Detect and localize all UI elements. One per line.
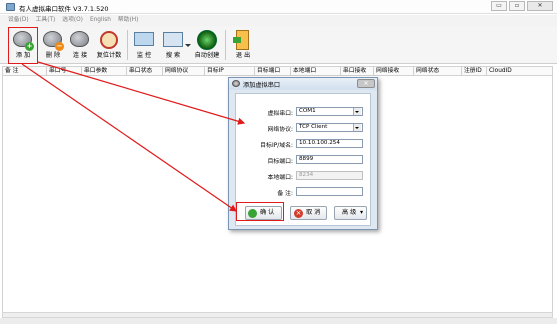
- ok-button-highlight: [236, 202, 284, 221]
- local-port-row: 本地端口: 8234: [236, 171, 370, 181]
- column-header[interactable]: 网络协议: [163, 67, 205, 76]
- column-header[interactable]: 网络接收: [374, 67, 414, 76]
- gear-icon: [232, 80, 240, 87]
- monitor-icon: [134, 32, 154, 46]
- chevron-down-icon: [355, 111, 359, 113]
- window-title: 有人虚拟串口软件 V3.7.1.520: [19, 5, 109, 13]
- menu-tools[interactable]: 工具(T): [36, 15, 56, 26]
- cancel-button[interactable]: × 取 消: [290, 206, 327, 220]
- close-button[interactable]: ✕: [527, 1, 553, 11]
- auto-create-button[interactable]: 自动创建: [193, 27, 221, 63]
- menu-device[interactable]: 设备(D): [8, 15, 29, 26]
- menu-bar: 设备(D) 工具(T) 选项(O) English 帮助(H): [0, 15, 557, 26]
- virtual-port-row: 虚拟串口: COM1: [236, 107, 370, 117]
- target-ip-row: 目标IP/域名: 10.10.100.254: [236, 139, 370, 149]
- window-controls: ▭ ▫ ✕: [491, 1, 553, 11]
- port-table-header: 备 注 串口号 串口参数 串口状态 网络协议 目标IP 目标端口 本地端口 串口…: [2, 66, 553, 76]
- target-port-label: 目标端口:: [267, 159, 293, 165]
- column-header[interactable]: 目标端口: [255, 67, 291, 76]
- column-header[interactable]: 注册ID: [462, 67, 487, 76]
- search-icon: [163, 32, 183, 47]
- search-label: 搜 索: [165, 52, 181, 59]
- exit-icon: [233, 30, 249, 50]
- remark-input[interactable]: [296, 187, 363, 196]
- add-button-highlight: [8, 27, 38, 64]
- target-ip-label: 目标IP/域名:: [260, 143, 293, 149]
- local-port-input: 8234: [296, 171, 363, 180]
- column-header[interactable]: 串口号: [47, 67, 82, 76]
- monitor-button[interactable]: 监 控: [131, 27, 157, 63]
- connect-label: 连 接: [72, 52, 88, 59]
- toolbar-separator: [225, 30, 226, 60]
- search-dropdown-icon[interactable]: [185, 44, 191, 47]
- protocol-row: 网络协议: TCP Client: [236, 123, 370, 133]
- column-header[interactable]: 串口状态: [127, 67, 163, 76]
- menu-options[interactable]: 选项(O): [62, 15, 83, 26]
- exit-button[interactable]: 退 出: [230, 27, 256, 63]
- exit-label: 退 出: [235, 52, 251, 59]
- connect-plug-icon: [70, 31, 89, 47]
- column-header[interactable]: 串口接收: [341, 67, 374, 76]
- remark-row: 备 注:: [236, 187, 370, 197]
- reset-count-label: 复位计数: [96, 52, 122, 59]
- virtual-port-select[interactable]: COM1: [296, 107, 363, 116]
- dialog-title-bar: 添加虚拟串口 ✕: [229, 78, 377, 90]
- column-header[interactable]: 目标IP: [205, 67, 255, 76]
- radar-icon: [197, 30, 217, 50]
- column-header[interactable]: CloudID: [487, 67, 553, 76]
- chevron-down-icon: [355, 127, 359, 129]
- protocol-select[interactable]: TCP Client: [296, 123, 363, 132]
- dialog-close-button[interactable]: ✕: [357, 79, 375, 88]
- minus-badge-icon: −: [55, 42, 64, 51]
- app-icon: [6, 3, 15, 11]
- connect-button[interactable]: 连 接: [67, 27, 93, 63]
- virtual-port-label: 虚拟串口:: [267, 111, 293, 117]
- status-bar: [0, 318, 557, 324]
- delete-button[interactable]: − 删 除: [40, 27, 66, 63]
- target-port-input[interactable]: 8899: [296, 155, 363, 164]
- menu-english[interactable]: English: [90, 15, 111, 26]
- minimize-button[interactable]: ▭: [491, 1, 507, 11]
- reset-icon: [100, 31, 118, 49]
- toolbar: + 添 加 − 删 除 连 接 复位计数 监 控 搜 索 自动创建 退 出: [0, 26, 557, 64]
- target-ip-input[interactable]: 10.10.100.254: [296, 139, 363, 148]
- advanced-button[interactable]: 高 级 ▾: [334, 206, 367, 220]
- close-icon: ×: [294, 209, 303, 218]
- monitor-label: 监 控: [136, 52, 152, 59]
- column-header[interactable]: 串口参数: [82, 67, 127, 76]
- auto-create-label: 自动创建: [194, 52, 220, 59]
- toolbar-separator: [127, 30, 128, 60]
- reset-count-button[interactable]: 复位计数: [94, 27, 124, 63]
- remark-label: 备 注:: [277, 191, 293, 197]
- dialog-title: 添加虚拟串口: [243, 82, 281, 89]
- maximize-button[interactable]: ▫: [509, 1, 525, 11]
- column-header[interactable]: 本地端口: [291, 67, 341, 76]
- target-port-row: 目标端口: 8899: [236, 155, 370, 165]
- title-bar: 有人虚拟串口软件 V3.7.1.520 ▭ ▫ ✕: [0, 0, 557, 14]
- menu-help[interactable]: 帮助(H): [118, 15, 138, 26]
- column-header[interactable]: 网络状态: [414, 67, 462, 76]
- search-button[interactable]: 搜 索: [160, 27, 186, 63]
- local-port-label: 本地端口:: [267, 175, 293, 181]
- protocol-label: 网络协议:: [267, 127, 293, 133]
- column-header[interactable]: 备 注: [3, 67, 47, 76]
- chevron-down-icon: ▾: [360, 209, 364, 216]
- delete-label: 删 除: [45, 52, 61, 59]
